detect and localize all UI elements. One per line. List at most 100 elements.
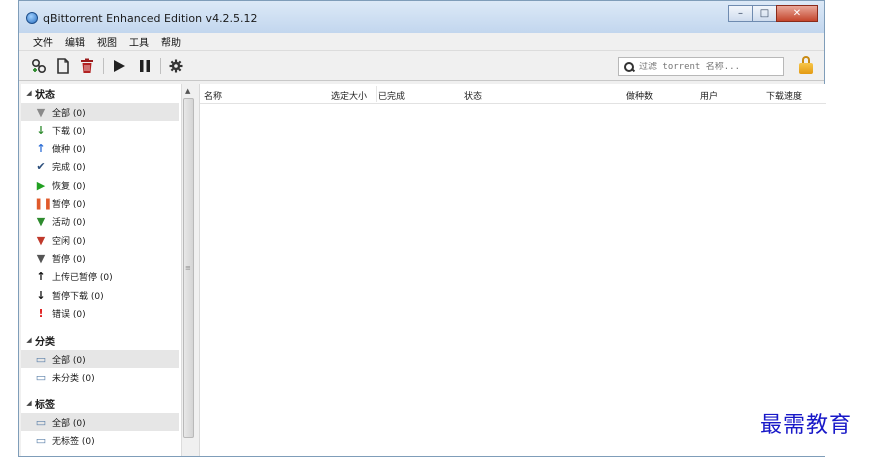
error-exclamation-icon: ! (38, 306, 44, 320)
status-filter-item[interactable]: ▶ 恢复 (0) (21, 176, 179, 194)
collapse-triangle-icon: ◢ (26, 399, 32, 407)
section-title: 状态 (35, 89, 55, 101)
status-filter-item[interactable]: ▼ 全部 (0) (21, 103, 179, 121)
status-filter-item[interactable]: ▼ 暂停 (0) (21, 249, 179, 267)
options-gear-icon[interactable] (168, 58, 184, 74)
filter-item-label: 全部 (0) (52, 355, 86, 366)
status-filter-item[interactable]: ! 错误 (0) (21, 304, 179, 322)
maximize-button[interactable]: □ (752, 5, 777, 22)
menu-help[interactable]: 帮助 (161, 34, 181, 49)
toolbar (19, 51, 824, 81)
filter-item-label: 暂停 (0) (52, 254, 86, 265)
status-filter-item[interactable]: ↓ 下载 (0) (21, 121, 179, 139)
status-filter-item[interactable]: ↑ 上传已暂停 (0) (21, 268, 179, 286)
search-input[interactable] (639, 61, 779, 72)
search-box (618, 57, 784, 76)
status-filter-item[interactable]: ↓ 暂停下载 (0) (21, 286, 179, 304)
pause-icon: ❚❚ (34, 197, 53, 210)
filter-item-label: 空闲 (0) (52, 236, 86, 247)
category-filter-item[interactable]: ▭ 未分类 (0) (21, 368, 179, 386)
column-header-seeds[interactable]: 做种数 (626, 89, 653, 102)
filter-item-label: 暂停 (0) (52, 200, 86, 210)
folder-icon: ▭ (35, 370, 47, 384)
filter-item-label: 无标签 (0) (52, 436, 95, 447)
filter-item-label: 上传已暂停 (0) (52, 273, 113, 284)
filter-item-label: 做种 (0) (52, 145, 86, 156)
menu-file[interactable]: 文件 (33, 34, 53, 49)
collapse-triangle-icon: ◢ (26, 336, 32, 344)
lock-icon[interactable] (799, 56, 813, 74)
tag-filter-item[interactable]: ▭ 无标签 (0) (21, 431, 179, 449)
inactive-funnel-icon: ▼ (36, 233, 46, 247)
close-button[interactable]: ✕ (776, 5, 818, 22)
main-window: qBittorrent Enhanced Edition v4.2.5.12 –… (18, 0, 826, 457)
column-header-selected-size[interactable]: 选定大小 (331, 89, 367, 102)
column-header-name[interactable]: 名称 (204, 89, 222, 102)
torrent-list[interactable]: 名称 选定大小 已完成 状态 做种数 用户 下载速度 (199, 84, 826, 456)
status-filter-item[interactable]: ❚❚ 暂停 (0) (21, 195, 179, 213)
download-arrow-icon: ↓ (36, 123, 46, 137)
torrent-list-header: 名称 选定大小 已完成 状态 做种数 用户 下载速度 (200, 84, 826, 104)
active-funnel-icon: ▼ (36, 215, 46, 229)
add-torrent-link-icon[interactable] (31, 58, 47, 74)
pause-icon[interactable] (137, 58, 153, 74)
play-icon: ▶ (36, 178, 46, 192)
category-filter-item[interactable]: ▭ 全部 (0) (21, 350, 179, 368)
delete-icon[interactable] (79, 58, 95, 74)
filter-item-label: 下载 (0) (52, 126, 86, 137)
column-header-done[interactable]: 已完成 (378, 89, 405, 102)
section-title: 分类 (35, 336, 55, 348)
tag-section-header[interactable]: ◢ 标签 (21, 394, 181, 412)
status-filter-item[interactable]: ✔ 完成 (0) (21, 158, 179, 176)
menu-edit[interactable]: 编辑 (65, 34, 85, 49)
collapse-triangle-icon: ◢ (26, 89, 32, 97)
menu-bar: 文件 编辑 视图 工具 帮助 (19, 33, 824, 51)
window-title: qBittorrent Enhanced Edition v4.2.5.12 (43, 12, 258, 25)
category-section-header[interactable]: ◢ 分类 (21, 331, 181, 349)
stalled-funnel-icon: ▼ (36, 251, 46, 265)
status-filter-item[interactable]: ▼ 活动 (0) (21, 213, 179, 231)
folder-icon: ▭ (35, 415, 47, 429)
content-area: ◢ 状态 ▼ 全部 (0) ↓ 下载 (0) ↑ 做种 (0) ✔ 完成 (0) ▶ 恢复 (0)… (19, 81, 826, 456)
upload-arrow-icon: ↑ (36, 142, 46, 156)
checkmark-icon: ✔ (36, 160, 46, 174)
stalled-download-icon: ↓ (36, 288, 46, 302)
status-filter-item[interactable]: ▼ 空闲 (0) (21, 231, 179, 249)
filter-item-label: 未分类 (0) (52, 373, 95, 384)
app-logo-icon (26, 12, 38, 24)
column-header-status[interactable]: 状态 (464, 89, 482, 102)
filter-funnel-icon: ▼ (36, 105, 46, 119)
title-bar[interactable]: qBittorrent Enhanced Edition v4.2.5.12 –… (19, 1, 824, 33)
resume-icon[interactable] (111, 58, 127, 74)
search-icon (624, 61, 634, 72)
status-section-header[interactable]: ◢ 状态 (21, 84, 181, 102)
menu-view[interactable]: 视图 (97, 34, 117, 49)
filter-item-label: 暂停下载 (0) (52, 291, 104, 302)
watermark-text: 最需教育 (760, 413, 853, 438)
filter-item-label: 全部 (0) (52, 108, 86, 119)
window-controls: – □ ✕ (728, 5, 818, 22)
menu-tools[interactable]: 工具 (129, 34, 149, 49)
sidebar-scrollbar[interactable]: ▲ ≡ (181, 84, 195, 456)
filter-item-label: 活动 (0) (52, 218, 86, 229)
scroll-up-arrow-icon[interactable]: ▲ (185, 87, 190, 95)
status-filter-item[interactable]: ↑ 做种 (0) (21, 140, 179, 158)
stalled-upload-icon: ↑ (36, 270, 46, 284)
toolbar-separator (103, 58, 104, 74)
toolbar-separator (160, 58, 161, 74)
filter-sidebar: ◢ 状态 ▼ 全部 (0) ↓ 下载 (0) ↑ 做种 (0) ✔ 完成 (0) ▶ 恢复 (0)… (21, 84, 181, 456)
filter-item-label: 错误 (0) (52, 309, 86, 320)
add-torrent-file-icon[interactable] (55, 58, 71, 74)
folder-icon: ▭ (35, 433, 47, 447)
column-header-download-speed[interactable]: 下载速度 (766, 89, 802, 102)
filter-item-label: 全部 (0) (52, 418, 86, 429)
minimize-button[interactable]: – (728, 5, 753, 22)
column-header-peers[interactable]: 用户 (700, 89, 718, 102)
section-title: 标签 (35, 399, 55, 411)
scroll-grip-icon: ≡ (185, 264, 191, 272)
filter-item-label: 恢复 (0) (52, 181, 86, 192)
folder-icon: ▭ (35, 352, 47, 366)
tag-filter-item[interactable]: ▭ 全部 (0) (21, 413, 179, 431)
filter-item-label: 完成 (0) (52, 163, 86, 174)
column-divider[interactable] (376, 86, 377, 102)
